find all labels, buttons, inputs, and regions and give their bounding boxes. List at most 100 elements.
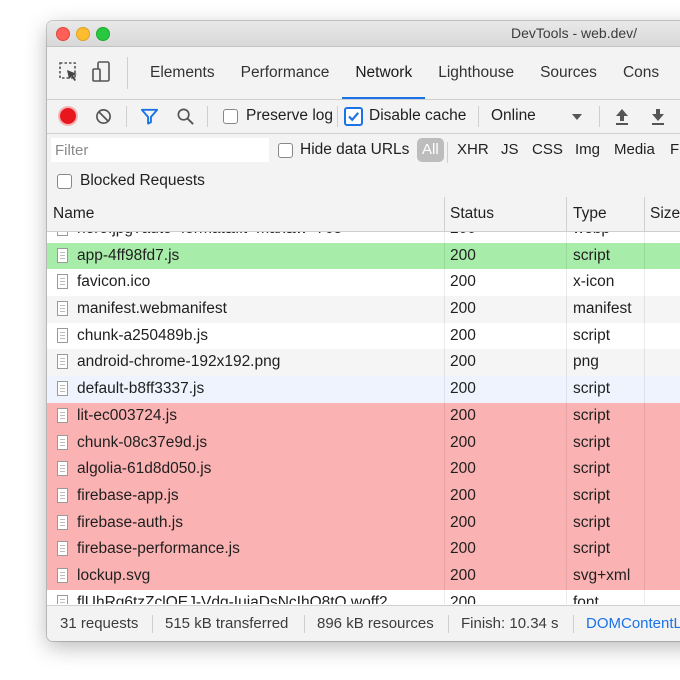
filter-type-css[interactable]: CSS <box>529 138 566 162</box>
close-window-button[interactable] <box>56 27 70 41</box>
request-status: 200 <box>450 246 476 264</box>
request-status: 200 <box>450 460 476 478</box>
dom-content-loaded-time[interactable]: DOMContentL <box>586 606 680 641</box>
column-divider <box>644 296 645 323</box>
throttling-select[interactable]: Online <box>491 107 536 125</box>
column-divider <box>566 562 567 590</box>
column-divider <box>566 402 567 430</box>
column-divider <box>566 349 567 377</box>
request-name: firebase-performance.js <box>77 540 240 558</box>
zoom-window-button[interactable] <box>96 27 110 41</box>
column-header-size[interactable]: Size <box>650 197 680 231</box>
file-icon <box>57 354 68 370</box>
table-row[interactable]: favicon.ico 200 x-icon <box>47 269 680 297</box>
filter-bar: Hide data URLs All XHR JS CSS Img Media … <box>47 134 680 198</box>
column-divider <box>644 402 645 430</box>
filter-type-img[interactable]: Img <box>572 138 603 162</box>
column-divider[interactable] <box>444 197 445 231</box>
filter-type-all[interactable]: All <box>417 138 444 162</box>
blocked-requests-checkbox[interactable] <box>57 174 72 189</box>
status-separator <box>304 615 305 633</box>
table-row[interactable]: android-chrome-192x192.png 200 png <box>47 349 680 377</box>
table-row[interactable]: chunk-08c37e9d.js 200 script <box>47 429 680 457</box>
request-name: hero.jpg?auto=format&fit=max&w=768 <box>77 232 342 243</box>
column-divider[interactable] <box>644 197 645 231</box>
file-icon <box>57 567 68 583</box>
table-row[interactable]: firebase-performance.js 200 script <box>47 536 680 563</box>
table-row[interactable]: lit-ec003724.js 200 script <box>47 402 680 430</box>
request-type: script <box>573 326 611 344</box>
request-type: script <box>573 246 611 264</box>
inspect-element-icon[interactable] <box>57 60 81 84</box>
filter-icon[interactable] <box>140 107 159 126</box>
tab-console[interactable]: Cons <box>610 47 672 99</box>
device-toolbar-icon[interactable] <box>90 60 114 84</box>
network-toolbar: Preserve log Disable cache Online <box>47 100 680 134</box>
table-row[interactable]: firebase-auth.js 200 script <box>47 509 680 537</box>
file-icon <box>57 247 68 263</box>
request-type: x-icon <box>573 273 615 291</box>
minimize-window-button[interactable] <box>76 27 90 41</box>
request-type: script <box>573 540 611 558</box>
column-divider <box>444 322 445 350</box>
table-row[interactable]: algolia-61d8d050.js 200 script <box>47 456 680 483</box>
request-type: png <box>573 353 599 371</box>
clear-icon[interactable] <box>95 108 112 125</box>
request-status: 200 <box>450 486 476 504</box>
request-name: lockup.svg <box>77 566 151 584</box>
column-divider <box>444 589 445 604</box>
preserve-log-label: Preserve log <box>246 107 334 124</box>
column-divider[interactable] <box>566 197 567 231</box>
table-row[interactable]: chunk-a250489b.js 200 script <box>47 322 680 350</box>
status-separator <box>152 615 153 633</box>
request-status: 200 <box>450 540 476 558</box>
request-name: flUhRq6tzZclQEJ-Vdg-IuiaDsNcIhQ8tQ.woff2 <box>77 593 388 604</box>
column-divider <box>444 242 445 270</box>
request-status: 200 <box>450 433 476 451</box>
column-header-name[interactable]: Name <box>53 197 94 231</box>
file-icon <box>57 594 68 604</box>
transferred-size: 515 kB transferred <box>165 615 289 632</box>
column-divider <box>444 376 445 403</box>
request-name: chunk-08c37e9d.js <box>77 433 208 451</box>
column-header-status[interactable]: Status <box>450 197 494 231</box>
table-row[interactable]: flUhRq6tzZclQEJ-Vdg-IuiaDsNcIhQ8tQ.woff2… <box>47 589 680 604</box>
filter-type-js[interactable]: JS <box>498 138 522 162</box>
chevron-down-icon[interactable] <box>572 114 582 120</box>
file-icon <box>57 407 68 423</box>
tab-sources[interactable]: Sources <box>527 47 610 99</box>
table-row[interactable]: hero.jpg?auto=format&fit=max&w=768 200 web… <box>47 232 680 243</box>
hide-data-urls-checkbox[interactable] <box>278 143 293 158</box>
preserve-log-checkbox[interactable] <box>223 109 238 124</box>
column-divider <box>566 242 567 270</box>
disable-cache-checkbox[interactable] <box>344 107 363 126</box>
column-divider <box>444 509 445 537</box>
filter-input[interactable] <box>51 138 269 162</box>
table-row[interactable]: default-b8ff3337.js 200 script <box>47 376 680 403</box>
table-row[interactable]: manifest.webmanifest 200 manifest <box>47 296 680 323</box>
table-row[interactable]: app-4ff98fd7.js 200 script <box>47 242 680 270</box>
tab-elements[interactable]: Elements <box>137 47 228 99</box>
record-icon[interactable] <box>60 108 76 124</box>
column-divider <box>566 296 567 323</box>
column-divider <box>566 589 567 604</box>
request-name: app-4ff98fd7.js <box>77 246 180 264</box>
search-icon[interactable] <box>176 107 195 126</box>
column-header-type[interactable]: Type <box>573 197 607 231</box>
tab-network[interactable]: Network <box>342 47 426 99</box>
download-icon[interactable] <box>649 107 667 126</box>
tab-performance[interactable]: Performance <box>228 47 343 99</box>
column-divider <box>566 509 567 537</box>
table-row[interactable]: lockup.svg 200 svg+xml <box>47 562 680 590</box>
filter-type-media[interactable]: Media <box>611 138 658 162</box>
tab-lighthouse[interactable]: Lighthouse <box>425 47 527 99</box>
upload-icon[interactable] <box>613 107 631 126</box>
column-divider <box>444 349 445 377</box>
resources-size: 896 kB resources <box>317 615 434 632</box>
filter-type-font[interactable]: F <box>667 138 680 162</box>
table-row[interactable]: firebase-app.js 200 script <box>47 482 680 510</box>
file-icon <box>57 541 68 557</box>
requests-list: hero.jpg?auto=format&fit=max&w=768 200 web… <box>47 232 680 604</box>
filter-type-xhr[interactable]: XHR <box>454 138 492 162</box>
request-status: 200 <box>450 300 476 318</box>
